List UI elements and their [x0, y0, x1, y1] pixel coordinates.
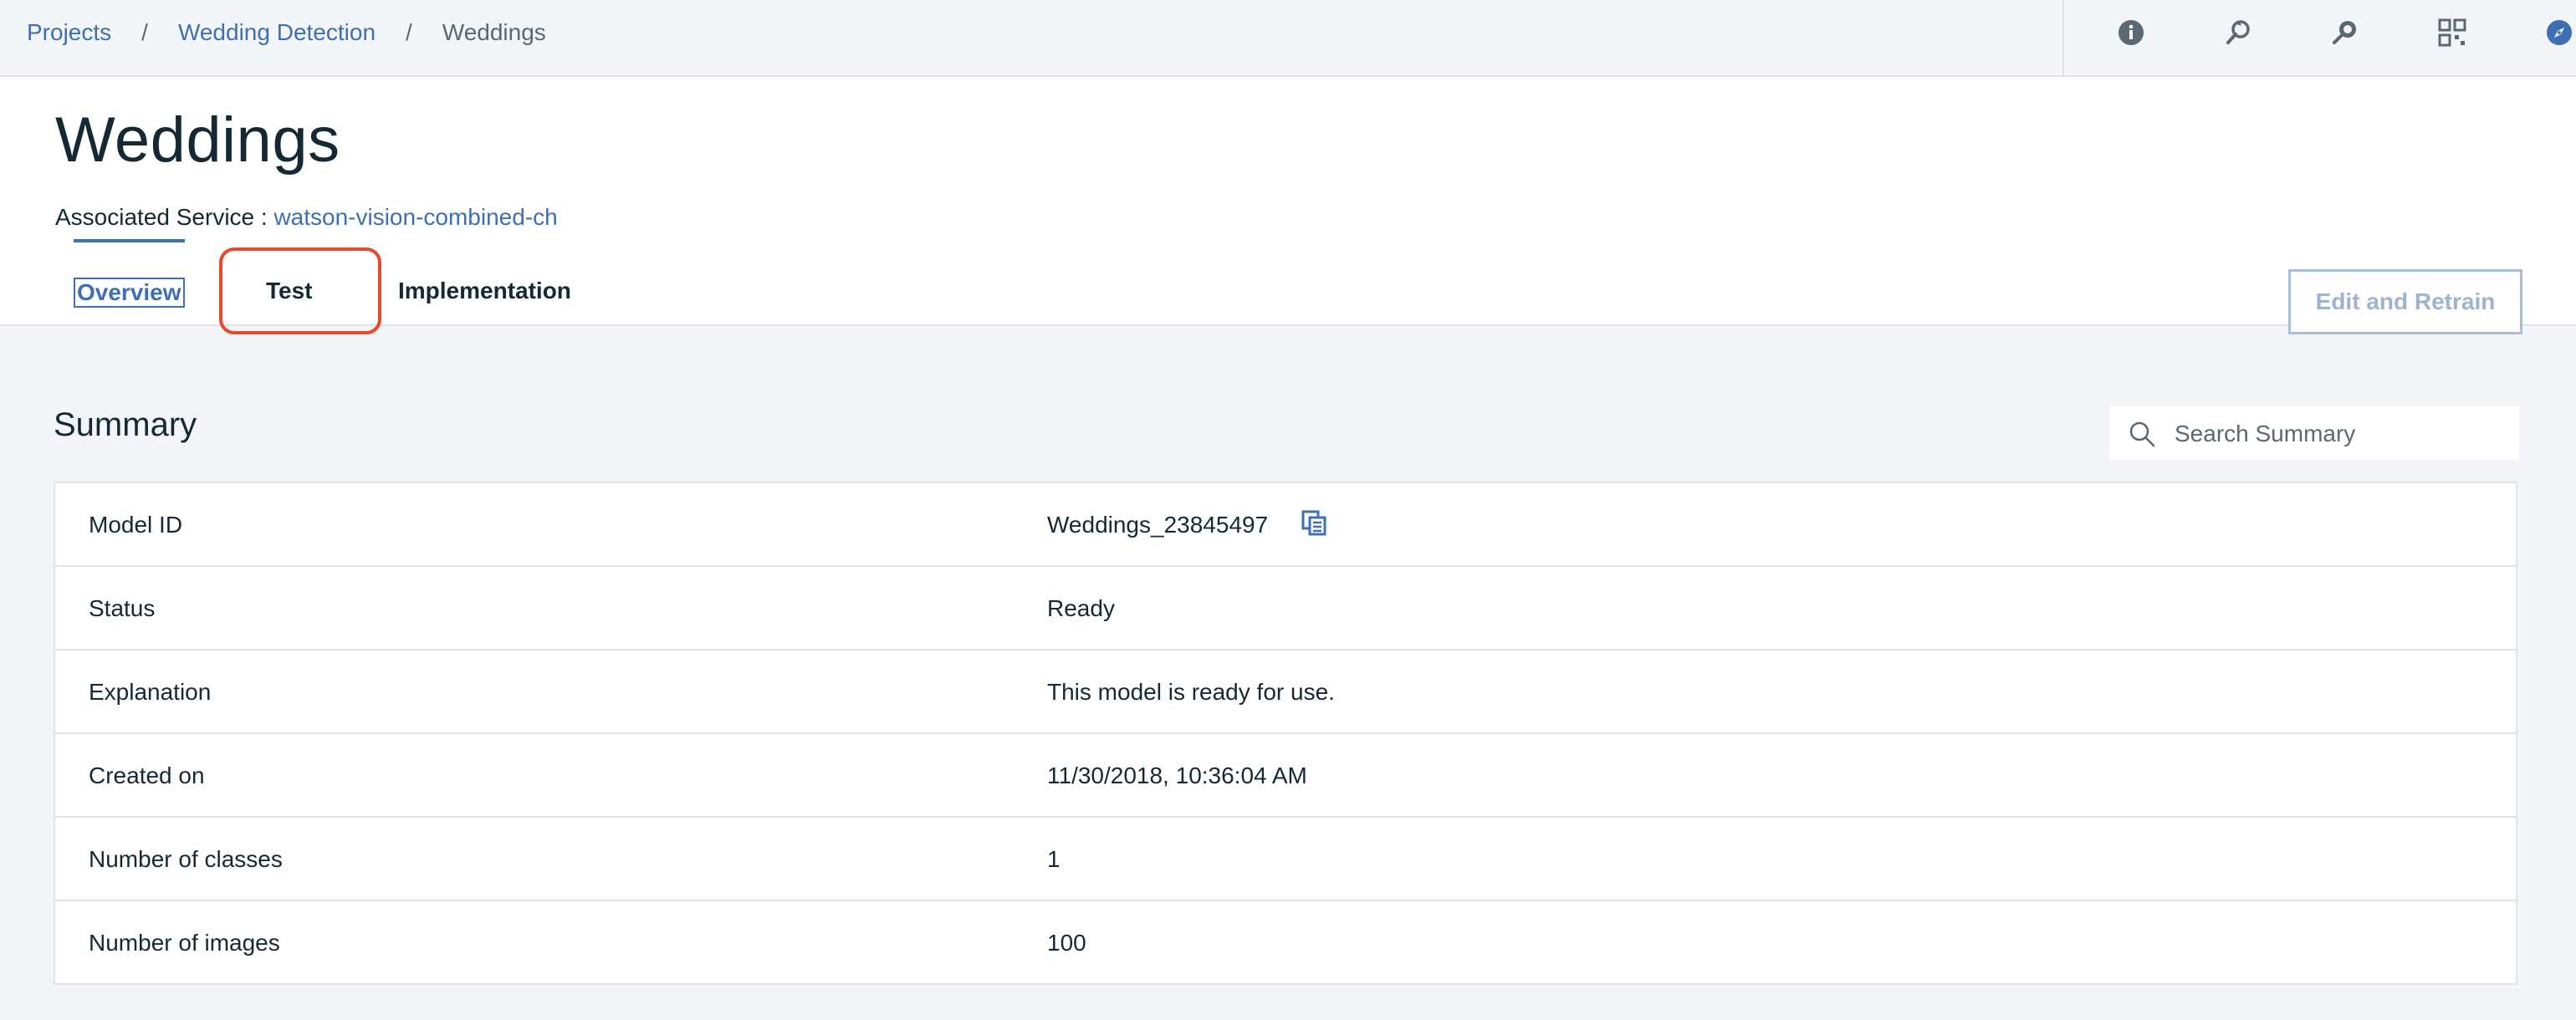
table-row: Number of images 100	[55, 901, 2516, 985]
tab-test[interactable]: Test	[266, 189, 313, 303]
top-bar: Projects / Wedding Detection / Weddings	[0, 0, 2576, 77]
table-row: Status Ready	[55, 567, 2516, 650]
grid-scan-icon[interactable]	[2437, 18, 2467, 48]
tab-overview[interactable]: Overview	[74, 189, 185, 308]
table-row: Created on 11/30/2018, 10:36:04 AM	[55, 734, 2516, 818]
summary-title: Summary	[54, 406, 197, 443]
row-value: 1	[1047, 846, 1061, 872]
row-label: Number of classes	[89, 846, 283, 872]
info-icon[interactable]	[2116, 18, 2146, 48]
page-title: Weddings	[55, 105, 340, 176]
table-row: Explanation This model is ready for use.	[55, 650, 2516, 734]
breadcrumb-separator: /	[141, 19, 148, 45]
breadcrumb-projects[interactable]: Projects	[27, 19, 111, 46]
toolbar-icons	[2062, 0, 2576, 75]
search-icon	[2129, 421, 2155, 447]
tab-test-label: Test	[266, 278, 313, 303]
breadcrumb-wedding-detection[interactable]: Wedding Detection	[178, 19, 376, 46]
breadcrumb-separator: /	[406, 19, 412, 45]
tab-implementation[interactable]: Implementation	[398, 189, 571, 303]
row-value: Weddings_23845497	[1047, 512, 1269, 538]
row-value: This model is ready for use.	[1047, 679, 1335, 705]
page-header: Weddings Associated Service : watson-vis…	[0, 77, 2576, 334]
refresh-search-icon[interactable]	[2223, 18, 2253, 48]
row-value: 100	[1047, 930, 1086, 956]
row-label: Model ID	[89, 512, 183, 538]
row-label: Status	[89, 595, 156, 621]
search-summary	[2109, 406, 2519, 462]
search-input[interactable]	[2173, 406, 2511, 462]
copy-icon[interactable]	[1300, 508, 1330, 538]
row-label: Explanation	[89, 679, 212, 705]
row-label: Created on	[89, 762, 205, 788]
row-value: Ready	[1047, 595, 1115, 621]
table-row: Number of classes 1	[55, 818, 2516, 901]
breadcrumb: Projects / Wedding Detection / Weddings	[27, 0, 546, 65]
row-value: 11/30/2018, 10:36:04 AM	[1047, 762, 1307, 788]
edit-and-retrain-button[interactable]: Edit and Retrain	[2288, 269, 2522, 334]
table-row: Model ID Weddings_23845497	[55, 483, 2516, 567]
tab-implementation-label: Implementation	[398, 278, 571, 303]
row-label: Number of images	[89, 930, 280, 956]
tab-overview-label: Overview	[74, 278, 185, 308]
breadcrumb-current: Weddings	[442, 19, 546, 45]
summary-table: Model ID Weddings_23845497 Status Ready …	[54, 482, 2517, 985]
search-tag-icon[interactable]	[2330, 18, 2360, 48]
compass-icon[interactable]	[2544, 18, 2574, 48]
